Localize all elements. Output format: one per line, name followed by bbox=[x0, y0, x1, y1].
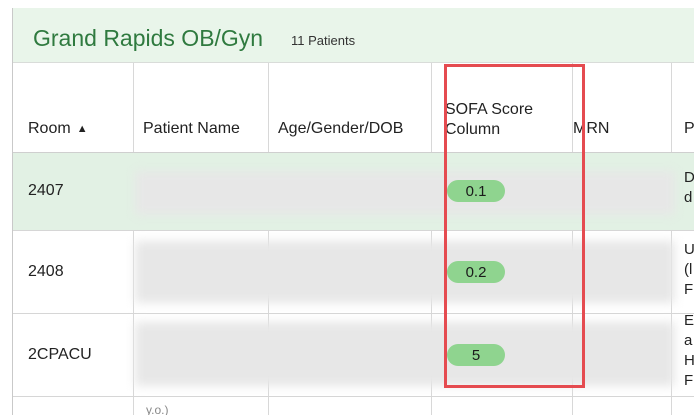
sofa-header-line-2: Column bbox=[445, 121, 501, 138]
sofa-score-badge: 0.1 bbox=[447, 180, 505, 202]
column-header-next[interactable]: P bbox=[684, 120, 694, 138]
room-cell: 2CPACU bbox=[28, 346, 92, 363]
table-row[interactable]: 2408 0.2 U (l F bbox=[13, 231, 694, 314]
unit-title[interactable]: Grand Rapids OB/Gyn bbox=[33, 25, 263, 52]
column-header-sofa-score[interactable]: SOFA Score Column bbox=[445, 100, 533, 140]
column-header-age-gender-dob[interactable]: Age/Gender/DOB bbox=[278, 120, 431, 138]
truncated-cell: D d bbox=[684, 169, 694, 206]
patient-count: 11 Patients bbox=[291, 33, 356, 48]
room-cell: 2407 bbox=[28, 182, 64, 199]
patient-list-panel: Grand Rapids OB/Gyn 11 Patients Room ▲ Pa… bbox=[13, 8, 694, 415]
table-row[interactable]: 2CPACU 5 E a H F bbox=[13, 312, 694, 397]
redacted-patient-info bbox=[135, 171, 675, 215]
table-row[interactable]: 2407 0.1 D d bbox=[13, 153, 694, 231]
column-header-room[interactable]: Room ▲ bbox=[28, 120, 88, 138]
column-header-room-label: Room bbox=[28, 120, 71, 137]
unit-header: Grand Rapids OB/Gyn 11 Patients bbox=[13, 8, 694, 63]
room-cell: 2408 bbox=[28, 263, 64, 280]
sofa-header-line-1: SOFA Score bbox=[445, 101, 534, 118]
redacted-patient-info bbox=[135, 322, 675, 386]
redacted-patient-info bbox=[135, 241, 675, 303]
sort-ascending-icon: ▲ bbox=[76, 123, 88, 135]
truncated-cell: U (l F bbox=[684, 241, 694, 298]
column-header-mrn[interactable]: MRN bbox=[573, 120, 609, 138]
clipped-text-fragment: y.o.) bbox=[146, 403, 169, 415]
sofa-score-badge: 5 bbox=[447, 344, 505, 366]
sofa-score-badge: 0.2 bbox=[447, 261, 505, 283]
column-header-patient-name[interactable]: Patient Name bbox=[143, 120, 240, 138]
truncated-cell: E a H F bbox=[684, 312, 694, 389]
